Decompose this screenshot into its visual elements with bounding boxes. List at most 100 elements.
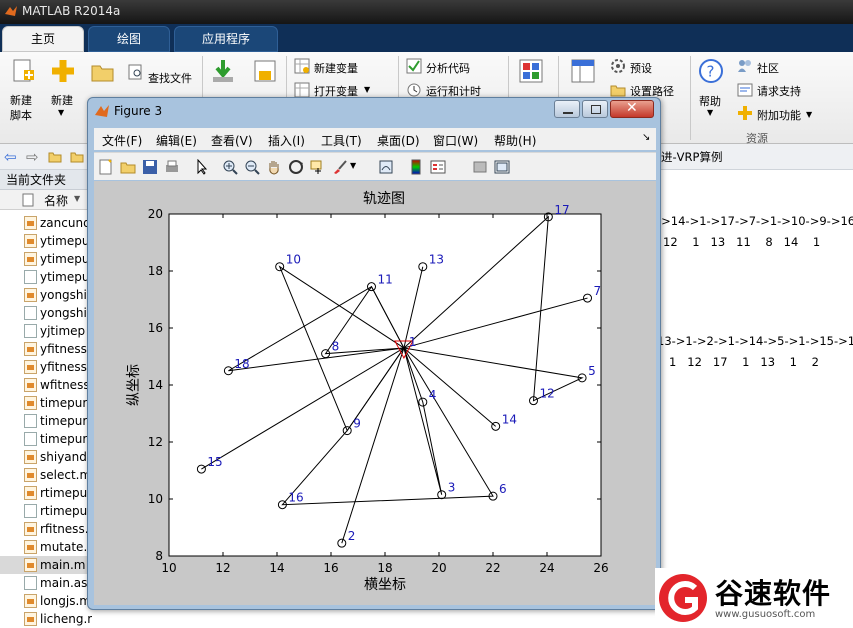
menu-view[interactable]: 查看(V) — [211, 132, 253, 149]
file-row[interactable]: ytimepu — [0, 268, 92, 286]
set-path-icon — [610, 85, 626, 97]
legend-icon[interactable] — [430, 159, 446, 175]
print-icon[interactable] — [164, 159, 180, 175]
new-script-button-l1[interactable]: 新建 — [10, 92, 32, 108]
menu-file[interactable]: 文件(F) — [102, 132, 142, 149]
file-row[interactable]: yjtimep — [0, 322, 92, 340]
zoom-in-icon[interactable] — [222, 159, 238, 175]
community-button[interactable]: 社区 — [757, 60, 779, 76]
colorbar-icon[interactable] — [408, 159, 424, 175]
file-row[interactable]: timepur — [0, 412, 92, 430]
sort-caret-icon[interactable]: ▼ — [74, 194, 80, 203]
file-name: ytimepu — [40, 234, 90, 248]
browse-folder-icon[interactable] — [70, 150, 84, 164]
file-row[interactable]: yfitness — [0, 340, 92, 358]
new-variable-button[interactable]: 新建变量 — [314, 60, 358, 76]
file-row[interactable]: ytimepu — [0, 250, 92, 268]
analyze-code-button[interactable]: 分析代码 — [426, 60, 470, 76]
addons-button[interactable]: 附加功能 — [757, 107, 801, 123]
y-tick-label: 18 — [148, 264, 163, 278]
tab-home[interactable]: 主页 — [2, 26, 84, 52]
x-tick-label: 22 — [485, 561, 500, 575]
file-row[interactable]: shiyand — [0, 448, 92, 466]
addons-dropdown-icon[interactable]: ▼ — [806, 110, 812, 119]
run-and-time-icon — [407, 83, 421, 97]
file-row[interactable]: licheng.m — [0, 610, 92, 628]
up-folder-icon[interactable] — [48, 150, 62, 164]
save-icon[interactable] — [142, 159, 158, 175]
menu-window[interactable]: 窗口(W) — [433, 132, 478, 149]
open-variable-dropdown-icon[interactable]: ▼ — [364, 85, 370, 94]
tab-apps[interactable]: 应用程序 — [174, 26, 278, 52]
file-row[interactable]: select.m — [0, 466, 92, 484]
file-row[interactable]: wfitness — [0, 376, 92, 394]
file-row[interactable]: rfitness. — [0, 520, 92, 538]
back-arrow-icon[interactable]: ⇦ — [4, 148, 17, 166]
file-name: timepur — [40, 396, 88, 410]
new-dropdown-icon[interactable]: ▼ — [58, 108, 64, 117]
menu-insert[interactable]: 插入(I) — [268, 132, 305, 149]
watermark: 谷速软件 www.gusuosoft.com — [655, 568, 853, 627]
file-row[interactable]: longjs.m — [0, 592, 92, 610]
file-row[interactable]: main.as — [0, 574, 92, 592]
file-row[interactable]: mutate. — [0, 538, 92, 556]
preferences-button[interactable]: 预设 — [630, 60, 652, 76]
show-plot-tools-icon[interactable] — [494, 159, 510, 175]
file-name: rfitness. — [40, 522, 89, 536]
file-row[interactable]: ytimepu — [0, 232, 92, 250]
menu-help[interactable]: 帮助(H) — [494, 132, 536, 149]
file-row[interactable]: yongshi — [0, 286, 92, 304]
x-tick-label: 26 — [593, 561, 608, 575]
open-file-icon[interactable] — [120, 159, 136, 175]
request-support-icon — [737, 83, 753, 97]
forward-arrow-icon[interactable]: ⇨ — [26, 148, 39, 166]
find-files-button[interactable]: 查找文件 — [148, 70, 192, 86]
close-button[interactable]: ✕ — [610, 100, 654, 118]
file-name: licheng.m — [40, 612, 92, 626]
edit-plot-arrow-icon[interactable] — [194, 159, 210, 175]
dock-arrow-icon[interactable]: ↘ — [642, 132, 650, 143]
new-button[interactable]: 新建 — [51, 92, 73, 108]
figure-window[interactable]: Figure 3 ✕ 文件(F) 编辑(E) 查看(V) 插入(I) 工具(T)… — [87, 97, 661, 610]
rotate-3d-icon[interactable] — [288, 159, 304, 175]
maximize-button[interactable] — [582, 100, 608, 118]
m-file-icon — [24, 378, 37, 392]
menu-edit[interactable]: 编辑(E) — [156, 132, 197, 149]
file-name: yfitness — [40, 342, 87, 356]
file-row[interactable]: yongshi — [0, 304, 92, 322]
new-figure-icon[interactable] — [98, 159, 114, 175]
zoom-out-icon[interactable] — [244, 159, 260, 175]
file-row[interactable]: rtimepu — [0, 484, 92, 502]
hide-plot-tools-icon[interactable] — [472, 159, 488, 175]
new-script-button-l2[interactable]: 脚本 — [10, 107, 32, 123]
file-row[interactable]: rtimepu — [0, 502, 92, 520]
data-cursor-icon[interactable] — [310, 159, 326, 175]
help-button[interactable]: 帮助 — [699, 93, 721, 109]
link-plot-icon[interactable] — [378, 159, 394, 175]
menu-tools[interactable]: 工具(T) — [321, 132, 362, 149]
menu-desktop[interactable]: 桌面(D) — [377, 132, 420, 149]
tab-plots[interactable]: 绘图 — [88, 26, 170, 52]
file-row[interactable]: zancund — [0, 214, 92, 232]
help-dropdown-icon[interactable]: ▼ — [707, 108, 713, 117]
pan-hand-icon[interactable] — [266, 159, 282, 175]
file-name: ytimepu — [40, 270, 90, 284]
numbers-line-1: 12 1 13 11 8 14 1 — [663, 235, 821, 249]
file-name: yongshi — [40, 306, 87, 320]
brush-dropdown-icon[interactable]: ▼ — [350, 161, 356, 170]
request-support-button[interactable]: 请求支持 — [757, 83, 801, 99]
address-path[interactable]: 进-VRP算例 — [661, 149, 722, 165]
x-tick-label: 16 — [323, 561, 338, 575]
file-row-selected[interactable]: main.m — [0, 556, 92, 574]
column-name-header[interactable]: 名称 — [44, 192, 68, 209]
file-row[interactable]: timepur — [0, 394, 92, 412]
brush-icon[interactable] — [332, 159, 348, 175]
analyze-code-icon — [406, 58, 422, 74]
save-workspace-icon — [254, 60, 276, 82]
file-name: main.m — [40, 558, 86, 572]
point-label: 7 — [594, 284, 602, 298]
file-row[interactable]: timepur — [0, 430, 92, 448]
file-row[interactable]: yfitness — [0, 358, 92, 376]
minimize-button[interactable] — [554, 100, 580, 118]
m-file-icon — [24, 396, 37, 410]
